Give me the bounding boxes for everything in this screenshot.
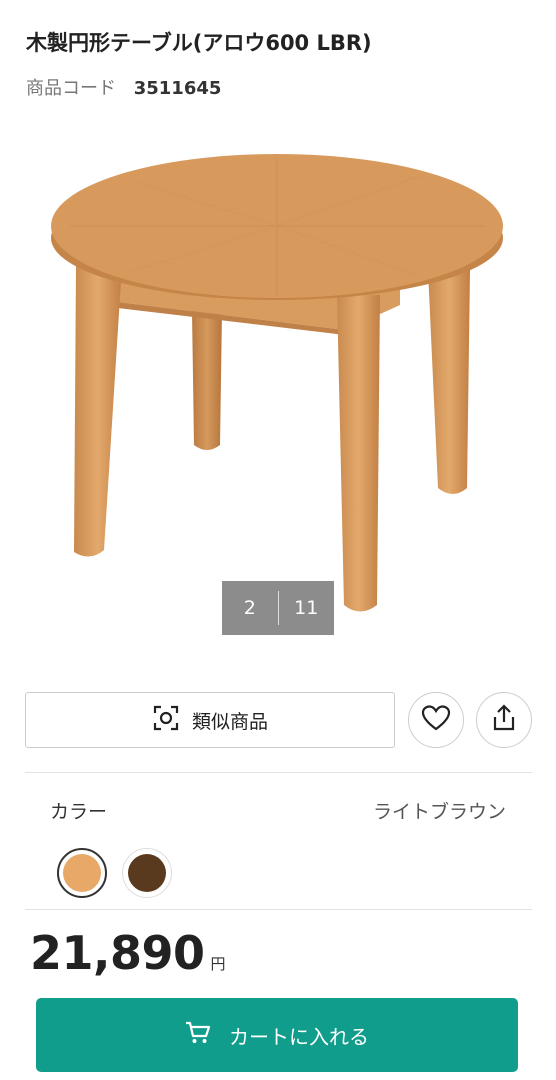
round-table-illustration xyxy=(51,154,503,612)
color-label: カラー xyxy=(50,801,108,823)
add-to-cart-button[interactable]: カートに入れる xyxy=(36,998,518,1072)
image-pager: 2 11 xyxy=(222,581,334,635)
heart-icon xyxy=(421,704,451,736)
pager-current: 2 xyxy=(243,597,256,619)
product-title: 木製円形テーブル(アロウ600 LBR) xyxy=(26,31,372,55)
share-button[interactable] xyxy=(476,692,532,748)
share-icon xyxy=(491,704,517,736)
color-swatch-dark-brown[interactable] xyxy=(122,848,172,898)
similar-items-label: 類似商品 xyxy=(191,710,268,733)
swatch-fill xyxy=(63,854,101,892)
product-code-row: 商品コード 3511645 xyxy=(26,76,221,102)
add-to-cart-label: カートに入れる xyxy=(229,1024,369,1049)
product-image[interactable] xyxy=(0,130,556,640)
action-row: 類似商品 xyxy=(25,692,535,748)
divider xyxy=(25,909,532,910)
swatch-fill xyxy=(128,854,166,892)
color-swatch-light-brown[interactable] xyxy=(57,848,107,898)
price-amount: 21,890 xyxy=(30,926,205,980)
cart-icon xyxy=(185,1021,211,1050)
divider xyxy=(25,772,532,773)
price-unit: 円 xyxy=(210,955,226,973)
product-page: 木製円形テーブル(アロウ600 LBR) 商品コード 3511645 2 11 … xyxy=(0,0,556,1080)
product-code-value: 3511645 xyxy=(133,78,222,99)
similar-items-button[interactable]: 類似商品 xyxy=(25,692,395,748)
selected-color-name: ライトブラウン xyxy=(372,801,506,823)
pager-total: 11 xyxy=(294,597,319,619)
price-row: 21,890 円 xyxy=(30,926,226,980)
product-code-label: 商品コード xyxy=(26,78,116,99)
favorite-button[interactable] xyxy=(408,692,464,748)
camera-scan-icon xyxy=(152,704,180,737)
